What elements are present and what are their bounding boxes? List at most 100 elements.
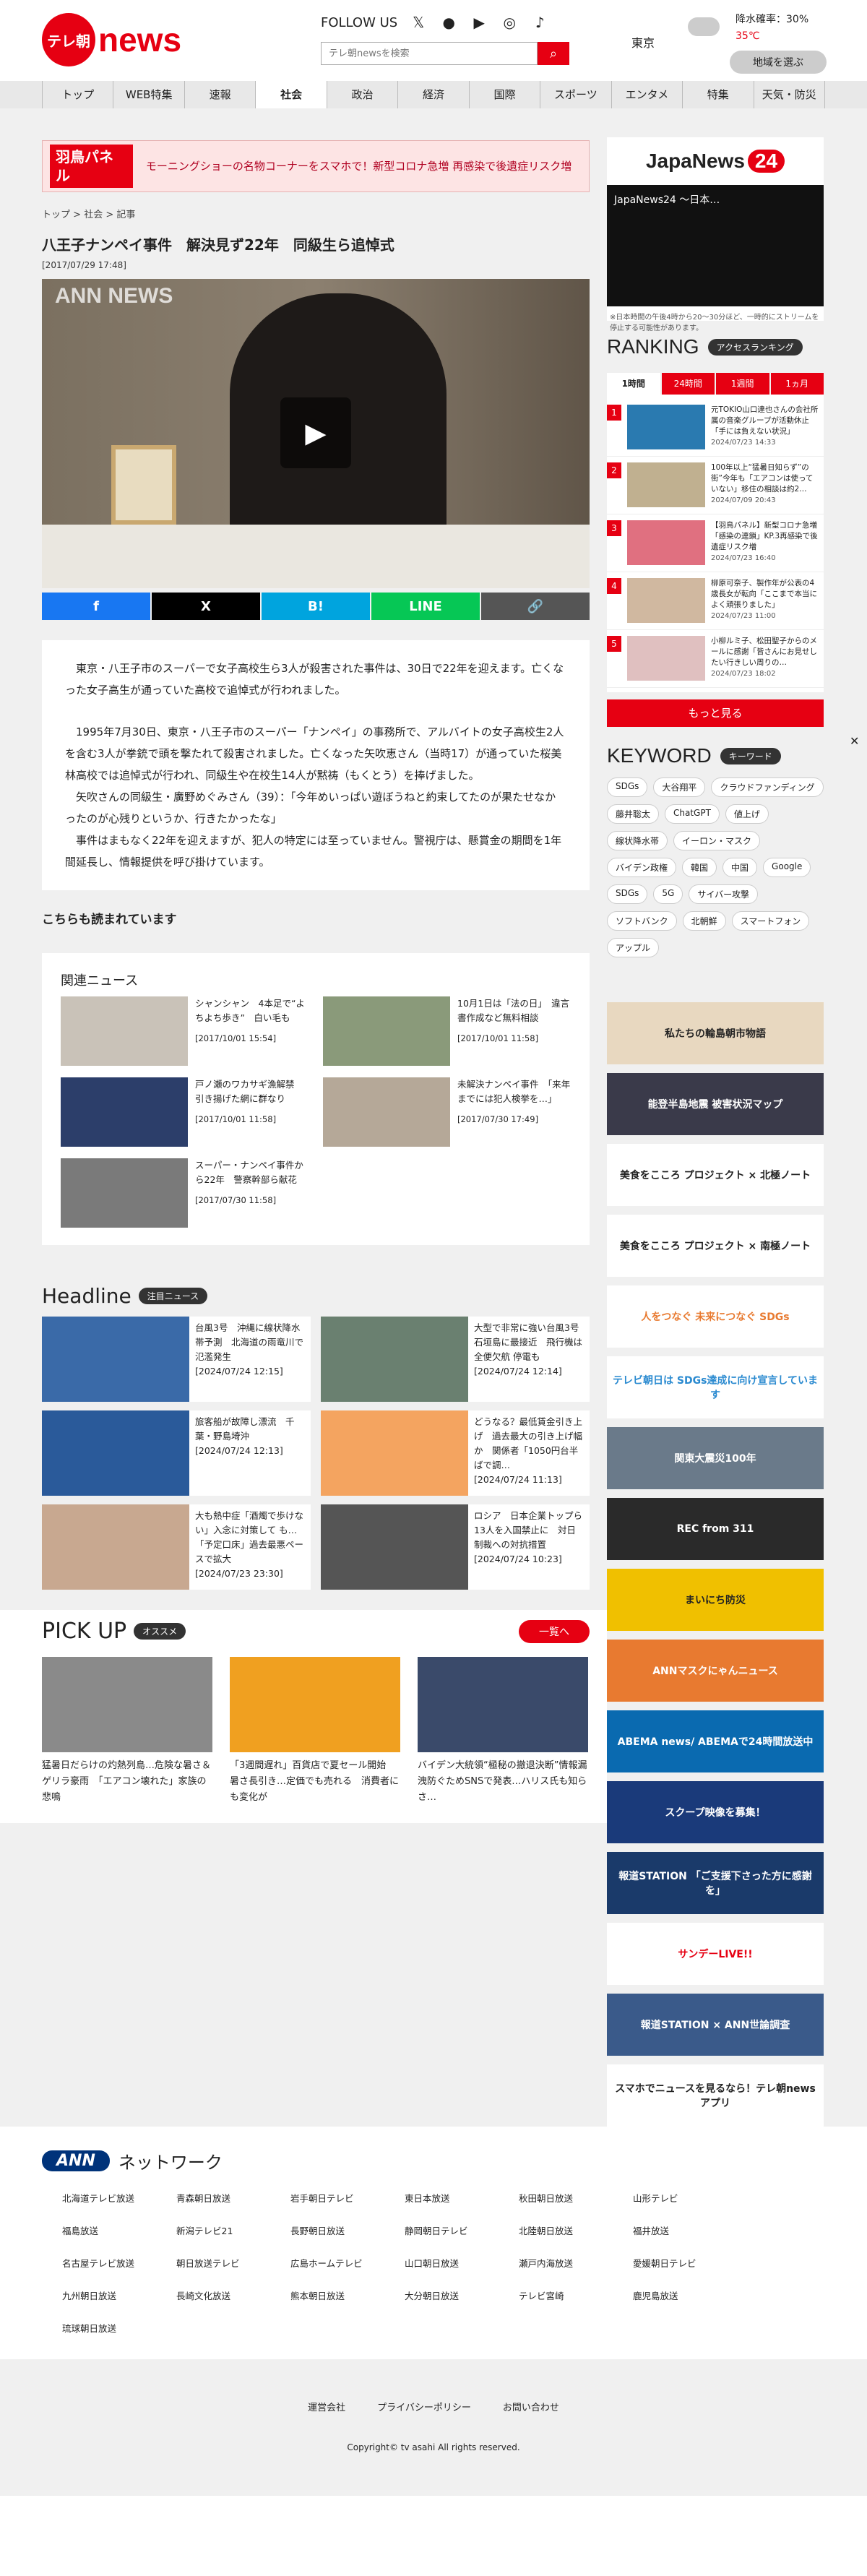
related-item[interactable]: スーパー・ナンペイ事件から22年 警察幹部ら献花 [2017/07/30 11:5… (61, 1158, 309, 1228)
network-station-link[interactable]: テレビ宮崎 (519, 2288, 613, 2302)
side-banner[interactable]: 報道STATION × ANN世論調査 (607, 1994, 824, 2056)
share-line-button[interactable]: LINE (371, 593, 480, 620)
network-station-link[interactable]: 朝日放送テレビ (176, 2256, 270, 2270)
headline-item[interactable]: 大型で非常に強い台風3号 石垣島に最接近 飛行機は全便欠航 停電も [2024/0… (321, 1317, 590, 1402)
network-station-link[interactable]: 愛媛朝日テレビ (633, 2256, 727, 2270)
network-station-link[interactable]: 鹿児島放送 (633, 2288, 727, 2302)
related-item[interactable]: 戸ノ瀬のワカサギ漁解禁 引き揚げた網に群なり [2017/10/01 11:58] (61, 1077, 309, 1147)
network-station-link[interactable]: 大分朝日放送 (405, 2288, 499, 2302)
network-station-link[interactable]: 瀬戸内海放送 (519, 2256, 613, 2270)
keyword-chip[interactable]: 北朝鮮 (682, 911, 726, 931)
footer-link-company[interactable]: 運営会社 (308, 2400, 345, 2413)
footer-link-contact[interactable]: お問い合わせ (503, 2400, 559, 2413)
share-facebook-button[interactable]: f (42, 593, 150, 620)
keyword-chip[interactable]: 値上げ (725, 804, 769, 824)
side-banner[interactable]: REC from 311 (607, 1498, 824, 1560)
keyword-chip[interactable]: 線状降水帯 (607, 831, 668, 850)
ranking-item[interactable]: 4 柳原可奈子、製作年が公表の4歳長女が転向「ここまで本当によく頑張りました」 20… (607, 572, 824, 630)
keyword-chip[interactable]: クラウドファンディング (711, 777, 824, 797)
share-hatena-button[interactable]: B! (262, 593, 370, 620)
side-banner[interactable]: 私たちの輪島朝市物語 (607, 1002, 824, 1064)
network-station-link[interactable]: 長野朝日放送 (290, 2223, 384, 2237)
breadcrumb-society[interactable]: 社会 (84, 210, 103, 220)
nav-item[interactable]: エンタメ (611, 81, 682, 108)
headline-item[interactable]: 旅客船が故障し漂流 千葉・野島埼沖 [2024/07/24 12:13] (42, 1410, 311, 1496)
ranking-item[interactable]: 2 100年以上“猛暑日知らず”の街”今年も「エアコンは使っていない」移住の相談は… (607, 457, 824, 514)
network-station-link[interactable]: 東日本放送 (405, 2191, 499, 2205)
area-select-button[interactable]: 地域を選ぶ (730, 51, 827, 74)
instagram-icon[interactable]: ◎ (500, 13, 519, 32)
nav-item[interactable]: 天気・防災 (753, 81, 825, 108)
keyword-chip[interactable]: 韓国 (682, 858, 717, 877)
nav-item[interactable]: トップ (42, 81, 113, 108)
japanews24-ad[interactable]: JapaNews 24 JapaNews24 〜日本… ※日本時間の午後4時から2… (607, 137, 824, 332)
keyword-chip[interactable]: SDGs (607, 884, 648, 904)
headline-item[interactable]: ロシア 日本企業トップら13人を入国禁止に 対日制裁への対抗措置 [2024/07… (321, 1504, 590, 1590)
network-station-link[interactable]: 福島放送 (62, 2223, 156, 2237)
breadcrumb-top[interactable]: トップ (42, 210, 70, 220)
side-banner[interactable]: スクープ映像を募集！ (607, 1781, 824, 1843)
keyword-chip[interactable]: スマートフォン (731, 911, 810, 931)
ranking-tab[interactable]: 1ヵ月 (770, 373, 824, 395)
ranking-more-button[interactable]: もっと見る (607, 699, 824, 727)
side-banner[interactable]: サンデーLIVE!! (607, 1923, 824, 1985)
pickup-item[interactable]: 「3週間遅れ」百貨店で夏セール開始 暑さ長引き…定価でも売れる 消費者にも変化が (230, 1657, 400, 1806)
side-banner[interactable]: スマホでニュースを見るなら！テレ朝newsアプリ (607, 2064, 824, 2127)
network-station-link[interactable]: 青森朝日放送 (176, 2191, 270, 2205)
x-icon[interactable]: 𝕏 (409, 13, 428, 32)
keyword-chip[interactable]: SDGs (607, 777, 648, 797)
ranking-tab[interactable]: 24時間 (661, 373, 715, 395)
network-station-link[interactable]: 山形テレビ (633, 2191, 727, 2205)
ranking-tab[interactable]: 1時間 (607, 373, 660, 395)
ranking-item[interactable]: 1 元TOKIO山口達也さんの会社所属の音楽グループが活動休止「手には負えない状況… (607, 399, 824, 457)
nav-item[interactable]: 国際 (468, 81, 540, 108)
promo-banner[interactable]: 羽鳥パネル モーニングショーの名物コーナーをスマホで！新型コロナ急増 再感染で後… (42, 140, 590, 192)
keyword-chip[interactable]: ソフトバンク (607, 911, 677, 931)
network-station-link[interactable]: 福井放送 (633, 2223, 727, 2237)
network-station-link[interactable]: 九州朝日放送 (62, 2288, 156, 2302)
nav-item[interactable]: スポーツ (540, 81, 611, 108)
footer-link-privacy[interactable]: プライバシーポリシー (377, 2400, 471, 2413)
side-banner[interactable]: まいにち防災 (607, 1569, 824, 1631)
side-banner[interactable]: 美食をこころ プロジェクト × 北極ノート (607, 1144, 824, 1206)
network-station-link[interactable]: 琉球朝日放送 (62, 2321, 156, 2335)
related-item[interactable]: 10月1日は「法の日」 違言書作成など無料相談 [2017/10/01 11:58… (323, 996, 571, 1066)
keyword-chip[interactable]: イーロン・マスク (673, 831, 761, 850)
network-station-link[interactable]: 熊本朝日放送 (290, 2288, 384, 2302)
network-station-link[interactable]: 北海道テレビ放送 (62, 2191, 156, 2205)
keyword-chip[interactable]: サイバー攻撃 (689, 884, 759, 904)
keyword-chip[interactable]: Google (763, 858, 811, 877)
nav-item[interactable]: 政治 (326, 81, 397, 108)
pickup-more-button[interactable]: 一覧へ (519, 1619, 590, 1643)
network-station-link[interactable]: 新潟テレビ21 (176, 2223, 270, 2237)
headline-item[interactable]: 台風3号 沖縄に線状降水帯予測 北海道の雨竜川で氾濫発生 [2024/07/24 … (42, 1317, 311, 1402)
keyword-chip[interactable]: ChatGPT (665, 804, 720, 824)
side-banner[interactable]: 関東大震災100年 (607, 1427, 824, 1489)
facebook-icon[interactable]: ● (439, 13, 458, 32)
side-banner[interactable]: 美食をこころ プロジェクト × 南極ノート (607, 1215, 824, 1277)
site-logo[interactable]: テレ朝 news (42, 13, 181, 66)
copy-link-button[interactable]: 🔗 (481, 593, 590, 620)
keyword-chip[interactable]: 藤井聡太 (607, 804, 660, 824)
youtube-embed[interactable]: JapaNews24 〜日本… (607, 185, 824, 306)
video-player[interactable]: ANN NEWS ▶ (42, 279, 590, 588)
keyword-chip[interactable]: アップル (607, 938, 660, 957)
nav-item[interactable]: 社会 (255, 81, 327, 108)
pickup-item[interactable]: バイデン大統領“極秘の撤退決断”情報漏洩防ぐためSNSで発表…ハリス氏も知らさ… (418, 1657, 588, 1806)
nav-item[interactable]: WEB特集 (113, 81, 184, 108)
nav-item[interactable]: 経済 (397, 81, 468, 108)
search-input[interactable] (321, 42, 538, 65)
side-banner[interactable]: ANNマスクにゃんニュース (607, 1640, 824, 1702)
keyword-chip[interactable]: 大谷翔平 (653, 777, 706, 797)
side-banner[interactable]: 能登半島地震 被害状況マップ (607, 1073, 824, 1135)
tiktok-icon[interactable]: ♪ (530, 13, 549, 32)
keyword-chip[interactable]: 5G (653, 884, 683, 904)
ranking-tab[interactable]: 1週間 (716, 373, 769, 395)
side-banner[interactable]: 報道STATION 「ご支援下さった方に感謝を」 (607, 1852, 824, 1914)
network-station-link[interactable]: 広島ホームテレビ (290, 2256, 384, 2270)
close-icon[interactable]: ✕ (850, 734, 859, 748)
network-station-link[interactable]: 静岡朝日テレビ (405, 2223, 499, 2237)
network-station-link[interactable]: 秋田朝日放送 (519, 2191, 613, 2205)
nav-item[interactable]: 速報 (184, 81, 255, 108)
nav-item[interactable]: 特集 (682, 81, 753, 108)
